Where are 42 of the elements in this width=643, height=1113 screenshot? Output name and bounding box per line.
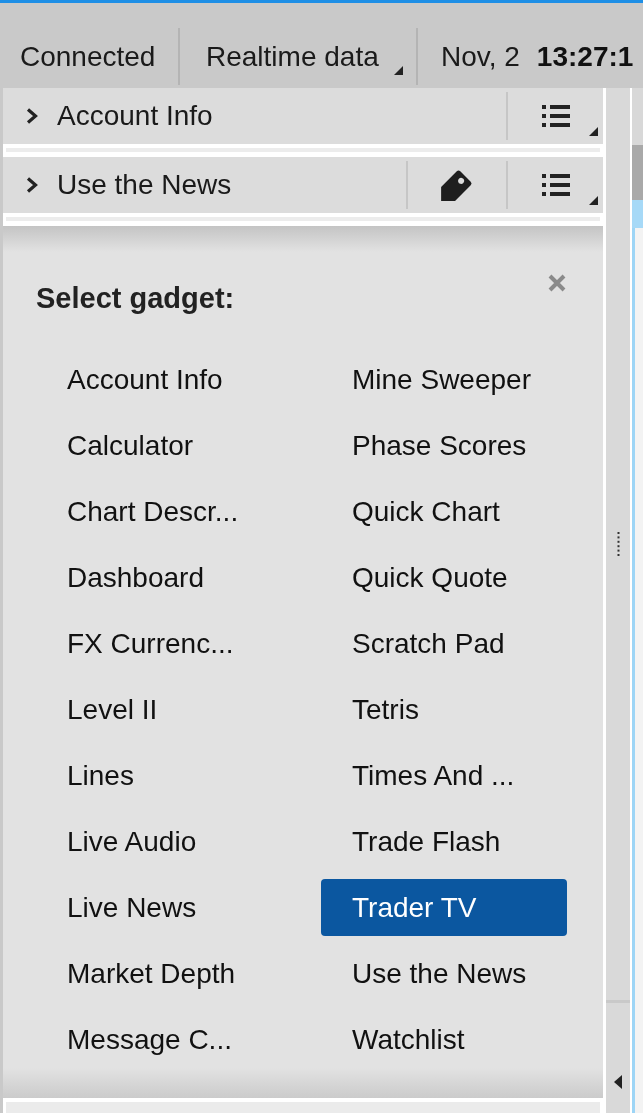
chevron-icon[interactable] xyxy=(26,108,38,124)
corner-caret-icon xyxy=(394,66,403,75)
gadget-option[interactable]: Message C... xyxy=(36,1011,282,1068)
date-text: Nov, 2 xyxy=(441,40,520,73)
gadget-option[interactable]: Use the News xyxy=(321,945,567,1002)
splitter-handle[interactable] xyxy=(606,88,630,1000)
gadget-option[interactable]: Lines xyxy=(36,747,282,804)
time-text: 13:27:1 xyxy=(536,40,634,73)
gadget-option[interactable]: Quick Chart xyxy=(321,483,567,540)
gadget-option[interactable]: Account Info xyxy=(36,351,282,408)
gadget-option[interactable]: Dashboard xyxy=(36,549,282,606)
gadget-option[interactable]: Tetris xyxy=(321,681,567,738)
chevron-icon[interactable] xyxy=(26,177,38,193)
gadget-option[interactable]: Trader TV xyxy=(321,879,567,936)
gadget-option[interactable]: Trade Flash xyxy=(321,813,567,870)
gadget-option[interactable]: Quick Quote xyxy=(321,549,567,606)
gadget-title: Account Info xyxy=(57,100,213,132)
gadget-option[interactable]: Watchlist xyxy=(321,1011,567,1068)
tag-icon xyxy=(441,169,473,201)
grip-icon xyxy=(616,532,620,556)
gadget-option[interactable]: Live Audio xyxy=(36,813,282,870)
connection-status: Connected xyxy=(20,40,156,73)
gadget-option[interactable]: Phase Scores xyxy=(321,417,567,474)
close-icon[interactable] xyxy=(547,273,567,293)
gadget-option[interactable]: Chart Descr... xyxy=(36,483,282,540)
caret-left-icon xyxy=(614,1075,622,1089)
gadget-title: Use the News xyxy=(57,169,232,201)
collapse-button[interactable] xyxy=(606,1003,630,1113)
gadget-option[interactable]: Times And ... xyxy=(321,747,567,804)
list-icon xyxy=(541,105,570,127)
gadget-option[interactable]: FX Currenc... xyxy=(36,615,282,672)
gadget-option[interactable]: Mine Sweeper xyxy=(321,351,567,408)
gadget-option[interactable]: Scratch Pad xyxy=(321,615,567,672)
gadget-option[interactable]: Market Depth xyxy=(36,945,282,1002)
list-icon xyxy=(541,174,570,196)
picker-title: Select gadget: xyxy=(36,282,235,314)
corner-caret-icon xyxy=(589,196,598,205)
corner-caret-icon xyxy=(589,127,598,136)
gadget-option[interactable]: Live News xyxy=(36,879,282,936)
gadget-option[interactable]: Level II xyxy=(36,681,282,738)
data-feed-button[interactable]: Realtime data xyxy=(180,28,418,85)
gadget-option[interactable]: Calculator xyxy=(36,417,282,474)
